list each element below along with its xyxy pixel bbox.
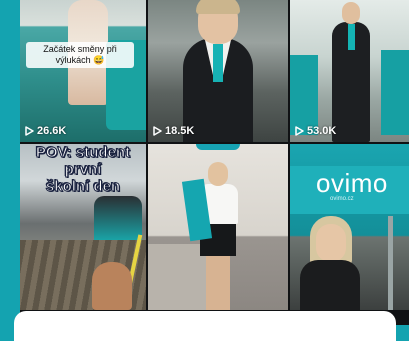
video-tile-1[interactable]: Začátek směny při výlukách 😅 26.6K: [20, 0, 146, 142]
video-grid: Začátek směny při výlukách 😅 26.6K 18.5K…: [20, 0, 409, 310]
thumbnail-legs: [206, 256, 230, 310]
video-caption-line-1: Začátek směny při: [43, 44, 117, 54]
video-tile-5[interactable]: [148, 144, 288, 310]
view-count: 26.6K: [24, 125, 66, 137]
thumbnail-scarf: [213, 44, 223, 82]
video-thumbnail: [20, 0, 146, 142]
video-tile-2[interactable]: 18.5K: [148, 0, 288, 142]
video-title-line-1: POV: student: [35, 144, 131, 162]
video-tile-6[interactable]: ovimo ovimo.cz: [290, 144, 409, 310]
video-feed: Začátek směny při výlukách 😅 26.6K 18.5K…: [20, 0, 409, 325]
video-tile-3[interactable]: 53.0K: [290, 0, 409, 142]
video-title-overlay: POV: student první školní den: [20, 144, 146, 196]
video-caption-line-2: výlukách 😅: [55, 55, 105, 65]
thumbnail-person: [300, 260, 360, 310]
thumbnail-person: [92, 262, 132, 310]
play-icon: [25, 126, 34, 136]
view-count-label: 26.6K: [37, 125, 67, 137]
thumbnail-hair: [196, 0, 240, 14]
thumbnail-sofa: [148, 244, 208, 310]
video-tile-4[interactable]: POV: student první školní den: [20, 144, 146, 310]
video-thumbnail: ovimo ovimo.cz: [290, 144, 409, 310]
bottom-card: [14, 311, 396, 341]
thumbnail-head: [342, 2, 360, 24]
pinned-badge: [196, 144, 240, 150]
video-thumbnail: [148, 144, 288, 310]
play-icon: [153, 126, 162, 136]
thumbnail-pole: [388, 216, 393, 310]
brand-tagline: ovimo.cz: [330, 196, 354, 202]
view-count: 53.0K: [294, 125, 336, 137]
brand-logo: ovimo: [316, 168, 388, 198]
thumbnail-head: [316, 224, 346, 262]
thumbnail-seat: [381, 50, 409, 135]
thumbnail-scarf: [348, 24, 355, 50]
video-caption: Začátek směny při výlukách 😅: [26, 42, 134, 68]
thumbnail-seat: [290, 55, 318, 135]
view-count: 18.5K: [152, 125, 194, 137]
video-title-line-2: první: [64, 161, 102, 179]
video-thumbnail: [148, 0, 288, 142]
video-title-line-3: školní den: [45, 178, 121, 196]
play-icon: [295, 126, 304, 136]
thumbnail-head: [208, 162, 228, 186]
video-thumbnail: [290, 0, 409, 142]
view-count-label: 53.0K: [307, 125, 337, 137]
view-count-label: 18.5K: [165, 125, 195, 137]
thumbnail-train: [94, 196, 142, 240]
